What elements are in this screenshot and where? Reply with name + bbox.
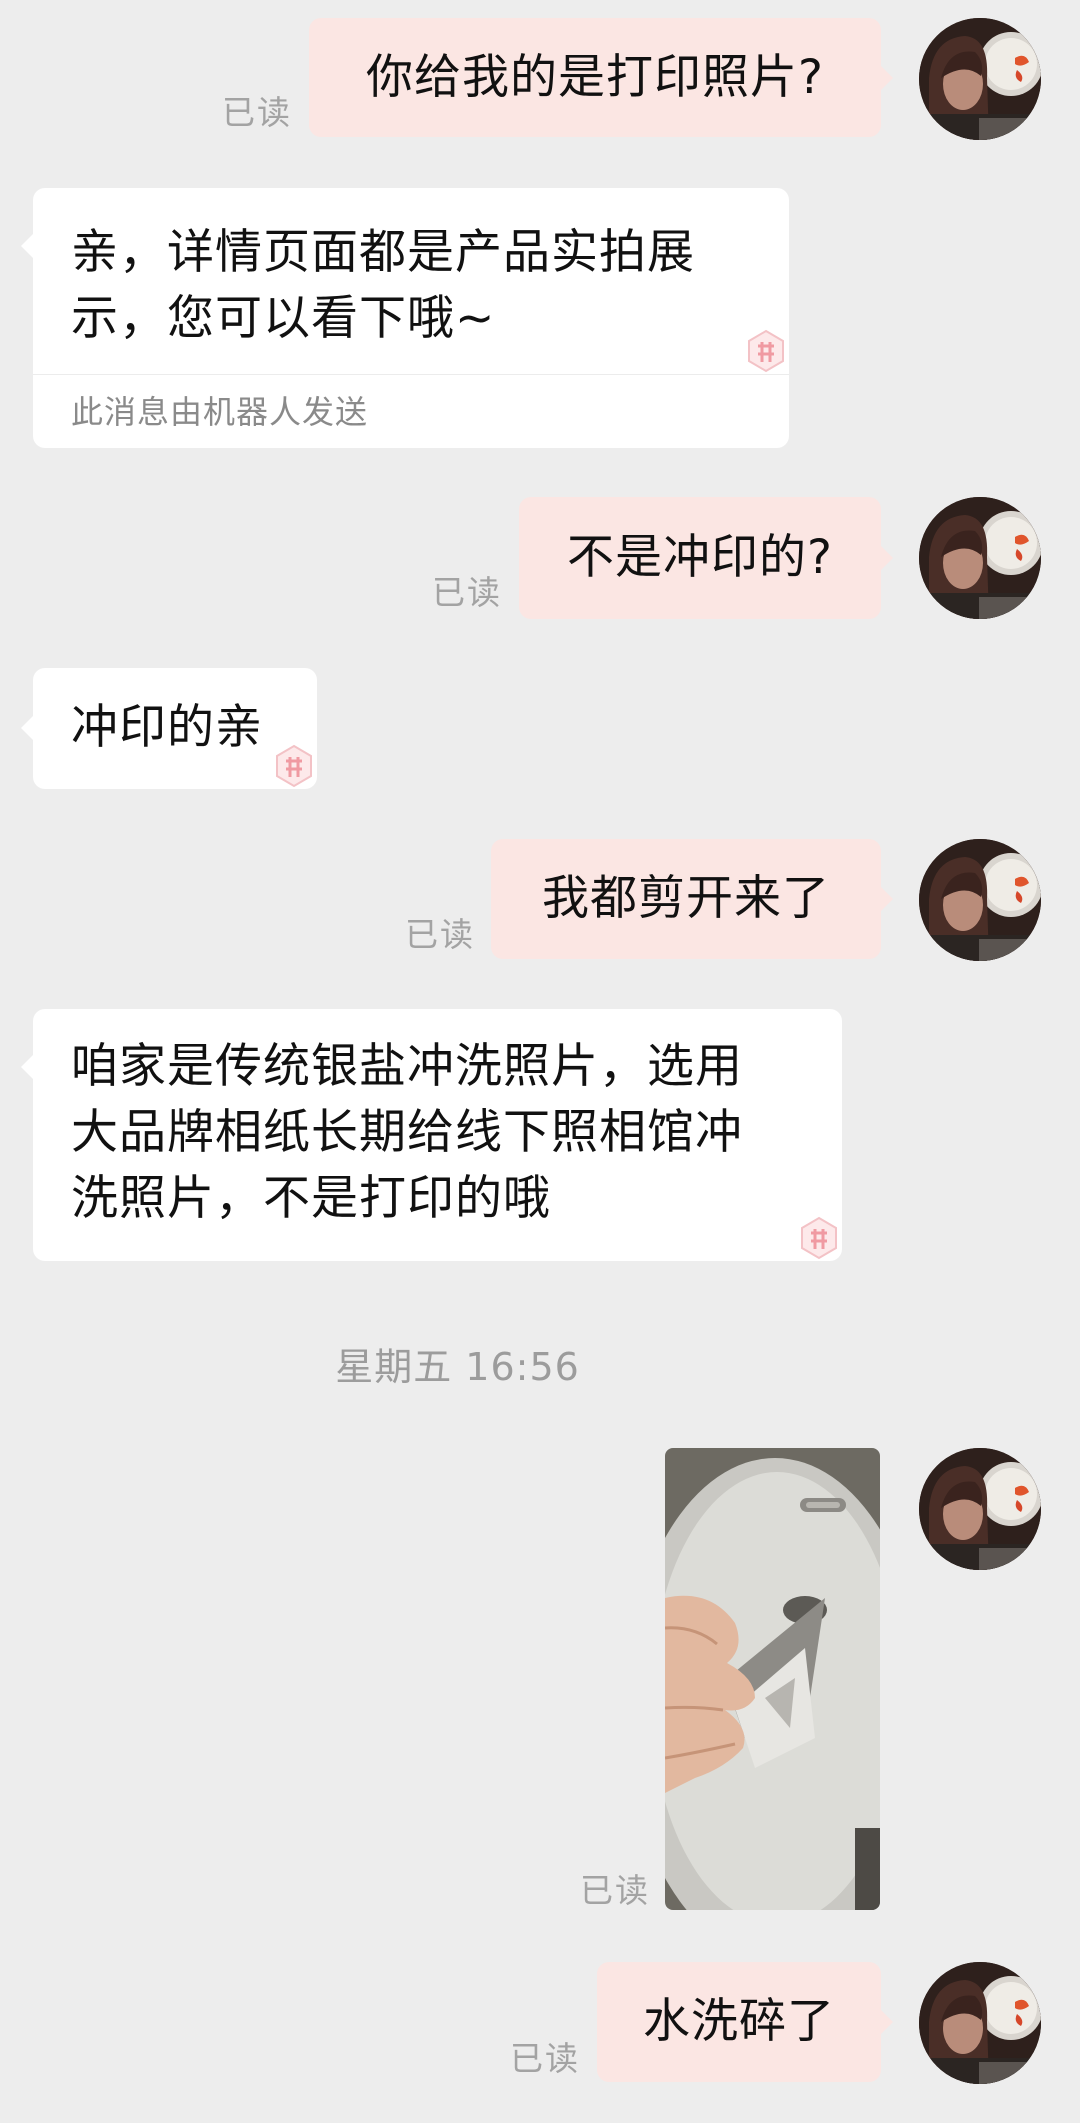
- message-text: 咱家是传统银盐冲洗照片，选用 大品牌相纸长期给线下照相馆冲 洗照片，不是打印的哦: [71, 1039, 743, 1226]
- user-avatar[interactable]: [919, 18, 1041, 140]
- pinduoduo-badge-icon: [275, 744, 313, 788]
- incoming-message-bubble[interactable]: 咱家是传统银盐冲洗照片，选用 大品牌相纸长期给线下照相馆冲 洗照片，不是打印的哦: [21, 1009, 842, 1261]
- read-receipt: 已读: [580, 1871, 650, 1910]
- outgoing-message-bubble[interactable]: 你给我的是打印照片?: [309, 18, 893, 137]
- time-separator: 星期五 16:56: [335, 1345, 580, 1389]
- user-avatar[interactable]: [919, 1962, 1041, 2084]
- user-avatar[interactable]: [919, 839, 1041, 961]
- message-text: 水洗碎了: [643, 1994, 835, 2049]
- outgoing-message-bubble[interactable]: 我都剪开来了: [491, 839, 893, 959]
- incoming-message-bubble[interactable]: 亲，详情页面都是产品实拍展 示，您可以看下哦~ 此消息由机器人发送: [21, 188, 789, 448]
- outgoing-message-bubble[interactable]: 不是冲印的?: [519, 497, 893, 619]
- robot-message-note: 此消息由机器人发送: [33, 374, 789, 448]
- outgoing-message-bubble[interactable]: 水洗碎了: [597, 1962, 893, 2082]
- incoming-message-bubble[interactable]: 冲印的亲: [21, 668, 317, 789]
- read-receipt: 已读: [432, 573, 502, 612]
- message-text: 不是冲印的?: [567, 530, 833, 585]
- read-receipt: 已读: [405, 915, 475, 954]
- sent-photo[interactable]: [665, 1448, 880, 1910]
- message-text: 亲，详情页面都是产品实拍展 示，您可以看下哦~: [71, 225, 695, 346]
- message-text: 你给我的是打印照片?: [366, 49, 824, 105]
- message-text: 我都剪开来了: [542, 871, 830, 926]
- user-avatar[interactable]: [919, 1448, 1041, 1570]
- read-receipt: 已读: [222, 93, 292, 132]
- pinduoduo-badge-icon: [800, 1216, 838, 1260]
- pinduoduo-badge-icon: [747, 329, 785, 373]
- chat-screen: 你给我的是打印照片? 已读 亲，详情页面都是产品实拍展 示，您可以看下哦~ 此消…: [0, 0, 1080, 2123]
- user-avatar[interactable]: [919, 497, 1041, 619]
- read-receipt: 已读: [510, 2039, 580, 2078]
